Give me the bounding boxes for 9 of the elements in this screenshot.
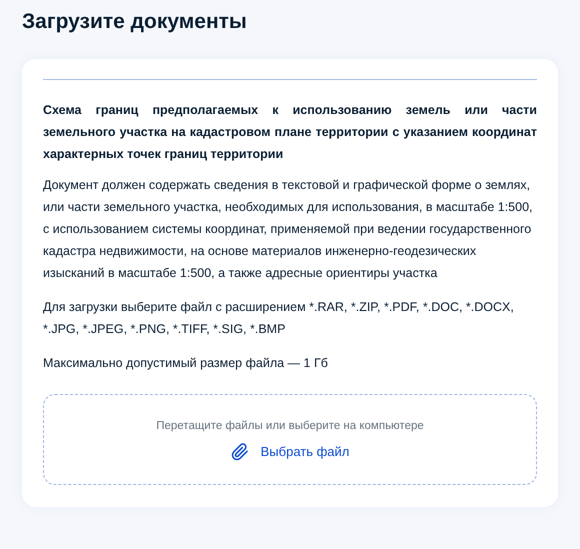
drop-hint: Перетащите файлы или выберите на компьютере bbox=[156, 418, 424, 434]
document-description: Документ должен содержать сведения в текстовой и графической форме о землях, или части земельного участка, необходимых для использования, в масштабе 1:500, с использованием системы координат, применяемой при ведении государственного кадастра недвижимости, на основе материалов инженерно-геодезических изысканий в масштабе 1:500, а также адресные ориентиры участка bbox=[43, 177, 534, 282]
paperclip-icon bbox=[230, 442, 249, 461]
page-title: Загрузите документы bbox=[22, 9, 247, 35]
max-file-size: Максимально допустимый размер файла — 1 Гб bbox=[43, 355, 328, 372]
document-name: Схема границ предполагаемых к использованию земель или части земельного участка на кадастровом плане территории с указанием координат характерных точек границ территории bbox=[43, 102, 537, 163]
drop-zone[interactable]: Перетащите файлы или выберите на компьютере Выбрать файл bbox=[43, 394, 537, 485]
allowed-formats: Для загрузки выберите файл с расширением *.RAR, *.ZIP, *.PDF, *.DOC, *.DOCX, *.JPG, *.JPEG, *.PNG, *.TIFF, *.SIG, *.BMP bbox=[43, 299, 515, 338]
choose-file-button[interactable]: Выбрать файл bbox=[230, 442, 350, 462]
